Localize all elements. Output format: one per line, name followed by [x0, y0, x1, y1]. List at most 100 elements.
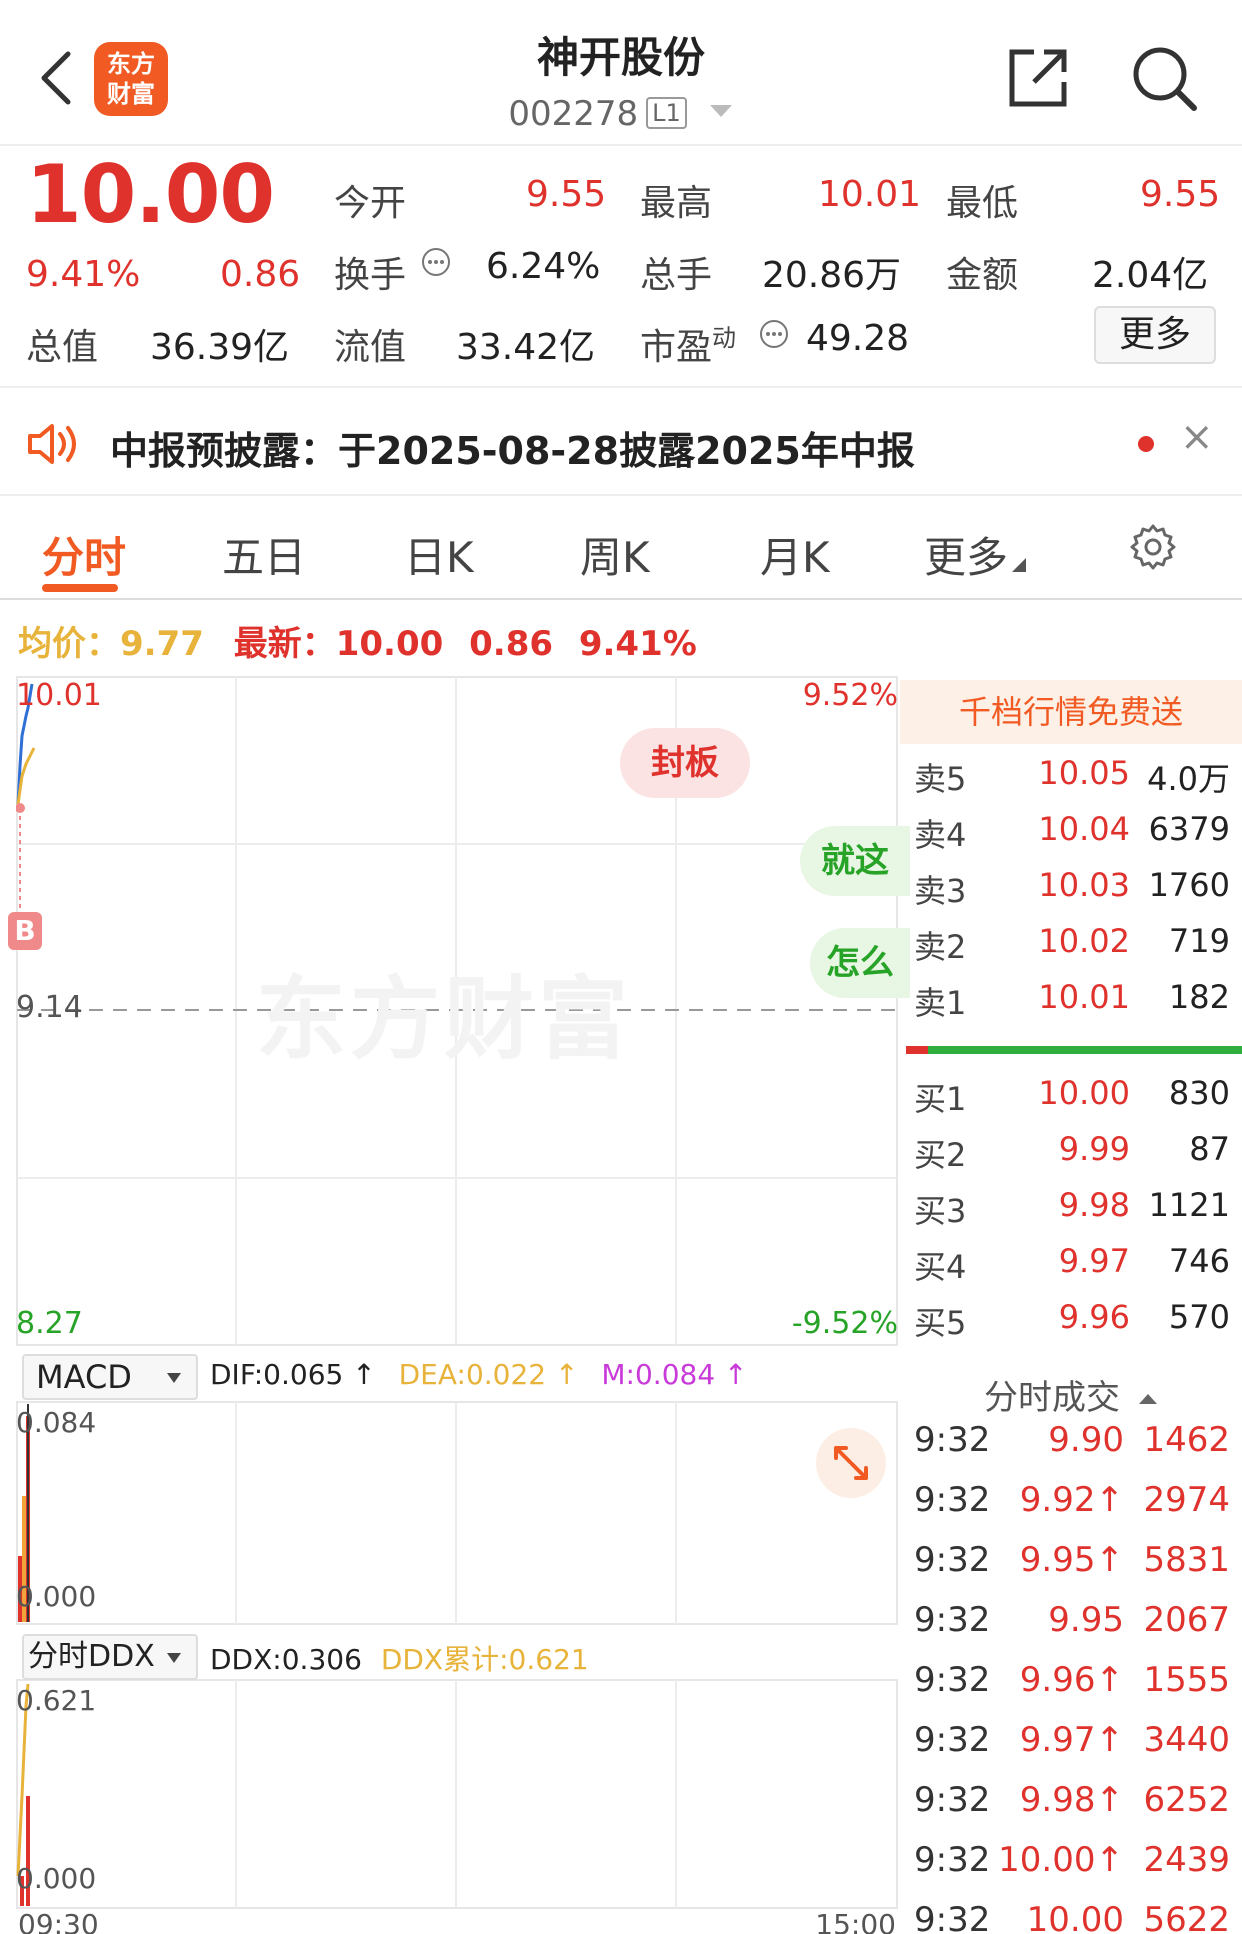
level-badge: L1	[646, 97, 687, 129]
change-percent: 9.41%	[26, 254, 141, 295]
trades-header[interactable]: 分时成交	[900, 1370, 1242, 1419]
mktcap-label: 总值	[26, 327, 99, 368]
y-axis-top-label: 10.01	[16, 678, 102, 713]
stock-code: 002278	[508, 94, 639, 134]
pct-axis-bottom-label: -9.52%	[791, 1306, 898, 1341]
ask-row: 卖4 10.04 6379	[914, 810, 1230, 854]
expand-button[interactable]	[816, 1428, 886, 1498]
mktcap-value: 36.39亿	[150, 327, 290, 368]
unread-dot	[1138, 436, 1154, 452]
float-value: 33.42亿	[456, 327, 596, 368]
low-label: 最低	[946, 183, 1019, 224]
ask-row: 卖5 10.05 4.0万	[914, 754, 1230, 798]
trade-row: 9:32 9.97↑ 3440	[914, 1720, 1230, 1760]
latest-value: 10.00	[335, 624, 444, 664]
open-label: 今开	[334, 183, 407, 224]
speaker-icon	[28, 424, 76, 464]
corner-triangle-icon	[1012, 558, 1027, 572]
avg-label: 均价：	[18, 624, 120, 664]
ask-row: 卖1 10.01 182	[914, 978, 1230, 1022]
search-icon[interactable]	[1128, 42, 1200, 114]
app-header: 东方 财富 神开股份 002278 L1	[0, 0, 1242, 146]
limit-up-badge[interactable]: 封板	[620, 728, 750, 798]
tab-five-day[interactable]: 五日	[222, 524, 306, 585]
pe-value: 49.28	[806, 318, 910, 359]
tab-intraday[interactable]: 分时	[42, 524, 126, 585]
pct-axis-top-label: 9.52%	[802, 678, 898, 713]
turnover-label: 换手	[334, 255, 407, 296]
high-label: 最高	[640, 183, 713, 224]
more-button[interactable]: 更多	[1094, 306, 1216, 364]
macd-top-label: 0.084	[16, 1406, 97, 1439]
gear-icon[interactable]	[1128, 522, 1178, 572]
trade-row: 9:32 10.00 5622	[914, 1900, 1230, 1934]
latest-change: 0.86	[469, 624, 554, 664]
trade-row: 9:32 9.95↑ 5831	[914, 1540, 1230, 1580]
tab-weekly-k[interactable]: 周K	[580, 524, 650, 585]
active-tab-indicator	[42, 584, 118, 592]
caret-down-icon[interactable]	[708, 103, 734, 119]
chart-grid	[16, 676, 898, 1909]
ask-row: 卖2 10.02 719	[914, 922, 1230, 966]
volume-value: 20.86万	[762, 255, 902, 296]
volume-label: 总手	[640, 255, 713, 296]
y-axis-mid-label: 9.14	[16, 990, 83, 1025]
comment-bubble[interactable]: 怎么	[810, 928, 910, 998]
indicator-selector[interactable]: MACD	[22, 1354, 198, 1400]
latest-label: 最新：	[233, 624, 336, 664]
trade-row: 9:32 9.92↑ 2974	[914, 1480, 1230, 1520]
tab-more[interactable]: 更多	[924, 524, 1027, 585]
trade-row: 9:32 9.95 2067	[914, 1600, 1230, 1640]
comment-bubble[interactable]: 就这	[800, 826, 910, 896]
intraday-chart[interactable]: 东方财富 10.01 9.14 8.27 9.52% -9.52% B 封板 就…	[8, 676, 910, 1934]
bid-row: 买1 10.00 830	[914, 1074, 1230, 1118]
change-amount: 0.86	[220, 254, 301, 295]
time-axis-end: 15:00	[815, 1908, 896, 1934]
caret-down-icon	[167, 1373, 181, 1383]
share-icon[interactable]	[1004, 44, 1072, 112]
caret-down-icon	[167, 1653, 181, 1663]
low-value: 9.55	[1140, 174, 1221, 215]
float-label: 流值	[334, 327, 407, 368]
chart-tabs: 分时 五日 日K 周K 月K 更多	[0, 498, 1242, 600]
watermark: 东方财富	[256, 967, 632, 1072]
ddx-values: DDX:0.306 DDX累计:0.621	[210, 1643, 589, 1676]
pe-label: 市盈动	[640, 324, 737, 368]
ask-row: 卖3 10.03 1760	[914, 866, 1230, 910]
y-axis-bottom-label: 8.27	[16, 1306, 83, 1341]
amount-label: 金额	[946, 255, 1019, 296]
ddx-top-label: 0.621	[16, 1684, 97, 1717]
high-value: 10.01	[818, 174, 922, 215]
bid-row: 买3 9.98 1121	[914, 1186, 1230, 1230]
ddx-bottom-label: 0.000	[16, 1862, 97, 1895]
close-icon[interactable]: ×	[1180, 414, 1214, 460]
trade-row: 9:32 9.96↑ 1555	[914, 1660, 1230, 1700]
order-book: 千档行情免费送 卖5 10.05 4.0万 卖4 10.04 6379 卖3 10.03 1…	[900, 680, 1242, 1934]
info-dots-icon[interactable]	[758, 318, 790, 350]
latest-percent: 9.41%	[578, 624, 697, 664]
turnover-value: 6.24%	[486, 246, 601, 287]
notice-bar[interactable]: 中报预披露：于2025-08-28披露2025年中报 ×	[0, 386, 1242, 496]
macd-values: DIF:0.065 ↑ DEA:0.022 ↑ M:0.084 ↑	[210, 1358, 748, 1391]
trade-row: 9:32 10.00↑ 2439	[914, 1840, 1230, 1880]
info-dots-icon[interactable]	[420, 246, 452, 278]
bid-row: 买2 9.99 87	[914, 1130, 1230, 1174]
bid-row: 买5 9.96 570	[914, 1298, 1230, 1342]
open-value: 9.55	[526, 174, 607, 215]
notice-text: 中报预披露：于2025-08-28披露2025年中报	[110, 429, 915, 473]
tab-monthly-k[interactable]: 月K	[760, 524, 830, 585]
buy-sell-ratio-bar	[906, 1046, 1242, 1054]
trade-row: 9:32 9.98↑ 6252	[914, 1780, 1230, 1820]
amount-value: 2.04亿	[1092, 255, 1209, 296]
promo-banner[interactable]: 千档行情免费送	[900, 680, 1242, 744]
buy-marker[interactable]: B	[8, 912, 42, 950]
expand-icon	[834, 1446, 868, 1480]
last-price: 10.00	[26, 148, 275, 241]
caret-up-icon	[1139, 1394, 1157, 1404]
bid-row: 买4 9.97 746	[914, 1242, 1230, 1286]
macd-bottom-label: 0.000	[16, 1580, 97, 1613]
indicator-selector[interactable]: 分时DDX	[22, 1634, 198, 1680]
trade-row: 9:32 9.90 1462	[914, 1420, 1230, 1460]
avg-value: 9.77	[120, 624, 204, 664]
tab-daily-k[interactable]: 日K	[404, 524, 474, 585]
